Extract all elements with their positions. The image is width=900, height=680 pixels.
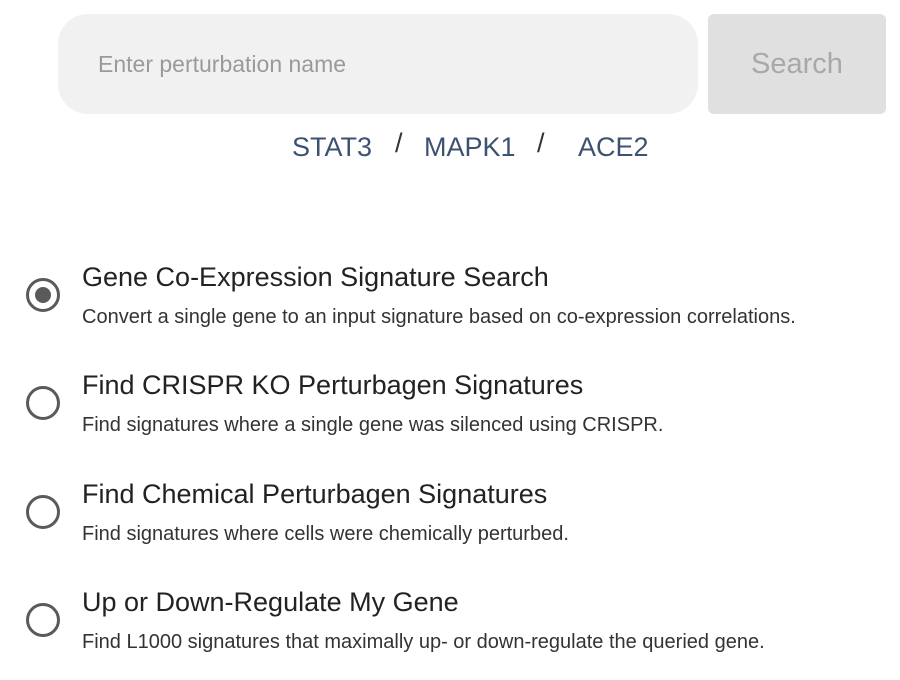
example-link-stat3[interactable]: STAT3 <box>292 132 372 163</box>
option-description: Find signatures where a single gene was … <box>82 414 664 436</box>
option-up-down-regulate[interactable]: Up or Down-Regulate My Gene Find L1000 s… <box>26 583 886 673</box>
radio-button[interactable] <box>26 278 60 312</box>
option-title: Find CRISPR KO Perturbagen Signatures <box>82 370 584 400</box>
radio-button[interactable] <box>26 386 60 420</box>
example-link-mapk1[interactable]: MAPK1 <box>424 132 516 163</box>
search-panel: Search STAT3 / MAPK1 / ACE2 Gene Co-Expr… <box>0 0 900 680</box>
option-description: Find signatures where cells were chemica… <box>82 523 569 545</box>
option-description: Find L1000 signatures that maximally up-… <box>82 631 765 653</box>
option-chemical-perturbagen[interactable]: Find Chemical Perturbagen Signatures Fin… <box>26 475 886 565</box>
option-gene-coexpression[interactable]: Gene Co-Expression Signature Search Conv… <box>26 258 886 348</box>
option-description: Convert a single gene to an input signat… <box>82 306 796 328</box>
option-title: Up or Down-Regulate My Gene <box>82 587 459 617</box>
example-separator: / <box>537 128 545 158</box>
option-title: Find Chemical Perturbagen Signatures <box>82 479 548 509</box>
example-separator: / <box>395 128 403 158</box>
option-title: Gene Co-Expression Signature Search <box>82 262 549 292</box>
radio-button[interactable] <box>26 495 60 529</box>
search-button[interactable]: Search <box>708 14 886 114</box>
example-link-ace2[interactable]: ACE2 <box>578 132 649 163</box>
search-input[interactable] <box>58 14 698 114</box>
example-links: STAT3 / MAPK1 / ACE2 <box>0 126 900 176</box>
radio-button[interactable] <box>26 603 60 637</box>
option-crispr-ko[interactable]: Find CRISPR KO Perturbagen Signatures Fi… <box>26 366 886 456</box>
